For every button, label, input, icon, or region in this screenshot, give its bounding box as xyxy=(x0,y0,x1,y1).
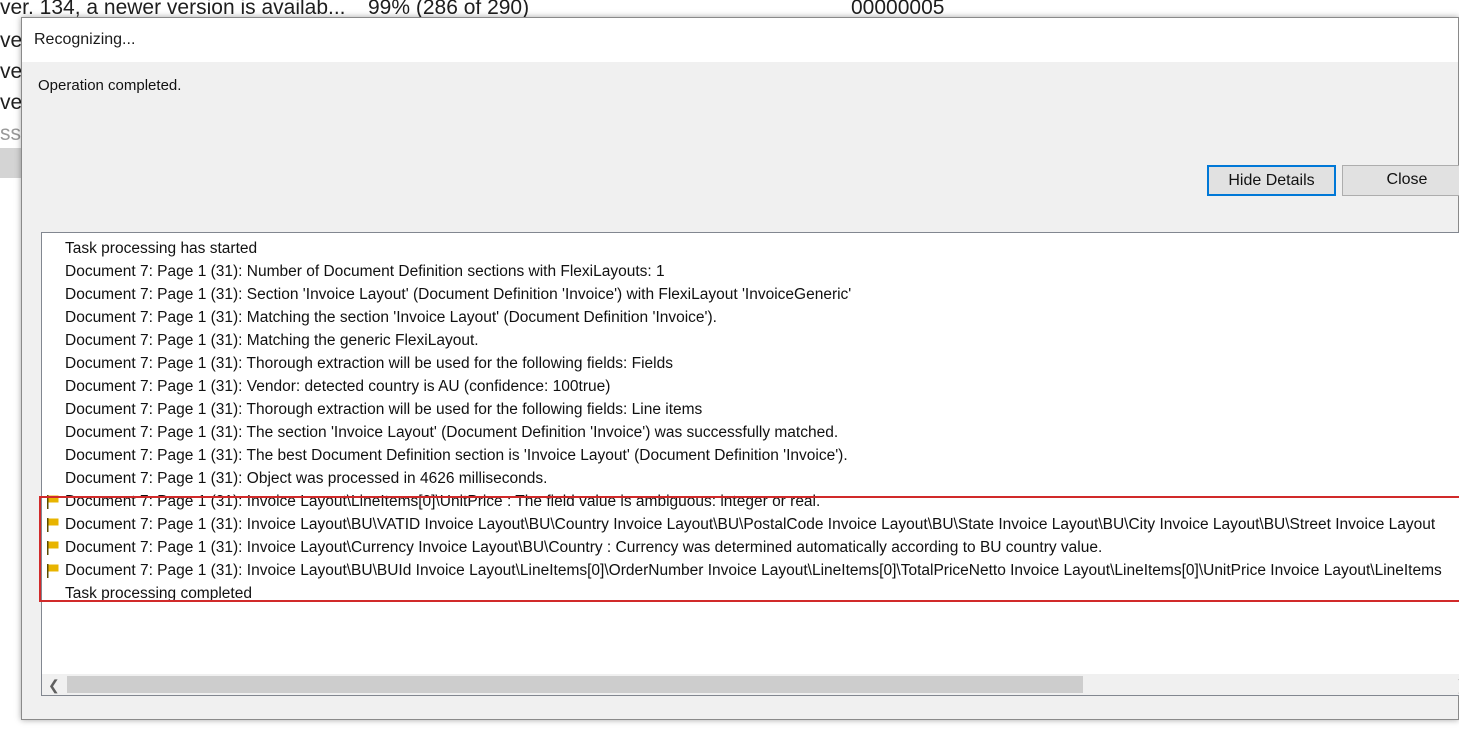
log-line-text: Document 7: Page 1 (31): The section 'In… xyxy=(65,424,839,441)
scroll-left-icon[interactable]: ❮ xyxy=(48,677,60,694)
log-line-text: Document 7: Page 1 (31): Matching the se… xyxy=(65,309,717,326)
recognizing-dialog: Recognizing... Operation completed. Hide… xyxy=(21,17,1459,720)
log-line: Document 7: Page 1 (31): Matching the se… xyxy=(42,306,1459,329)
log-line-text: Document 7: Page 1 (31): Matching the ge… xyxy=(65,332,479,349)
log-line-text: Document 7: Page 1 (31): Section 'Invoic… xyxy=(65,286,852,303)
log-line: Document 7: Page 1 (31): Invoice Layout\… xyxy=(42,513,1459,536)
log-line-text: Document 7: Page 1 (31): Invoice Layout\… xyxy=(65,562,1442,579)
close-button[interactable]: Close xyxy=(1342,165,1459,196)
log-line: Document 7: Page 1 (31): Thorough extrac… xyxy=(42,398,1459,421)
log-line-text: Document 7: Page 1 (31): Invoice Layout\… xyxy=(65,516,1436,533)
scrollbar-thumb[interactable] xyxy=(67,676,1083,693)
log-line-text: Task processing completed xyxy=(65,585,252,602)
log-line-text: Document 7: Page 1 (31): Thorough extrac… xyxy=(65,355,673,372)
log-line: Document 7: Page 1 (31): Invoice Layout\… xyxy=(42,536,1459,559)
log-line: Document 7: Page 1 (31): Number of Docum… xyxy=(42,260,1459,283)
log-line: Document 7: Page 1 (31): Section 'Invoic… xyxy=(42,283,1459,306)
log-line: Document 7: Page 1 (31): Object was proc… xyxy=(42,467,1459,490)
log-line-text: Document 7: Page 1 (31): Number of Docum… xyxy=(65,263,665,280)
status-text: Operation completed. xyxy=(38,77,182,94)
log-line-text: Document 7: Page 1 (31): Vendor: detecte… xyxy=(65,378,611,395)
warning-flag-icon xyxy=(47,541,59,555)
log-line: Document 7: Page 1 (31): Invoice Layout\… xyxy=(42,559,1459,582)
log-line: Document 7: Page 1 (31): Invoice Layout\… xyxy=(42,490,1459,513)
warning-flag-icon xyxy=(47,564,59,578)
dialog-titlebar: Recognizing... xyxy=(22,18,1458,62)
dialog-title: Recognizing... xyxy=(34,31,136,48)
log-line-text: Document 7: Page 1 (31): Thorough extrac… xyxy=(65,401,703,418)
bg-row-4: ve xyxy=(0,91,23,114)
log-lines: Task processing has started Document 7: P… xyxy=(42,237,1459,605)
hide-details-button[interactable]: Hide Details xyxy=(1207,165,1336,196)
log-line: Document 7: Page 1 (31): Matching the ge… xyxy=(42,329,1459,352)
log-line-text: Document 7: Page 1 (31): The best Docume… xyxy=(65,447,848,464)
log-line-text: Task processing has started xyxy=(65,240,258,257)
horizontal-scrollbar[interactable]: ❮ ❯ xyxy=(42,674,1459,695)
log-line-text: Document 7: Page 1 (31): Object was proc… xyxy=(65,470,548,487)
log-line: Document 7: Page 1 (31): The best Docume… xyxy=(42,444,1459,467)
log-line: Document 7: Page 1 (31): Thorough extrac… xyxy=(42,352,1459,375)
bg-row-2: ve xyxy=(0,29,23,52)
warning-flag-icon xyxy=(47,495,59,509)
log-line: Task processing has started xyxy=(42,237,1459,260)
bg-selected-row xyxy=(0,148,22,178)
details-log[interactable]: Task processing has started Document 7: P… xyxy=(41,232,1459,696)
log-line-text: Document 7: Page 1 (31): Invoice Layout\… xyxy=(65,493,821,510)
log-line: Task processing completed xyxy=(42,582,1459,605)
log-line: Document 7: Page 1 (31): The section 'In… xyxy=(42,421,1459,444)
log-line-text: Document 7: Page 1 (31): Invoice Layout\… xyxy=(65,539,1103,556)
log-line: Document 7: Page 1 (31): Vendor: detecte… xyxy=(42,375,1459,398)
bg-row-3: ve xyxy=(0,60,23,83)
warning-flag-icon xyxy=(47,518,59,532)
